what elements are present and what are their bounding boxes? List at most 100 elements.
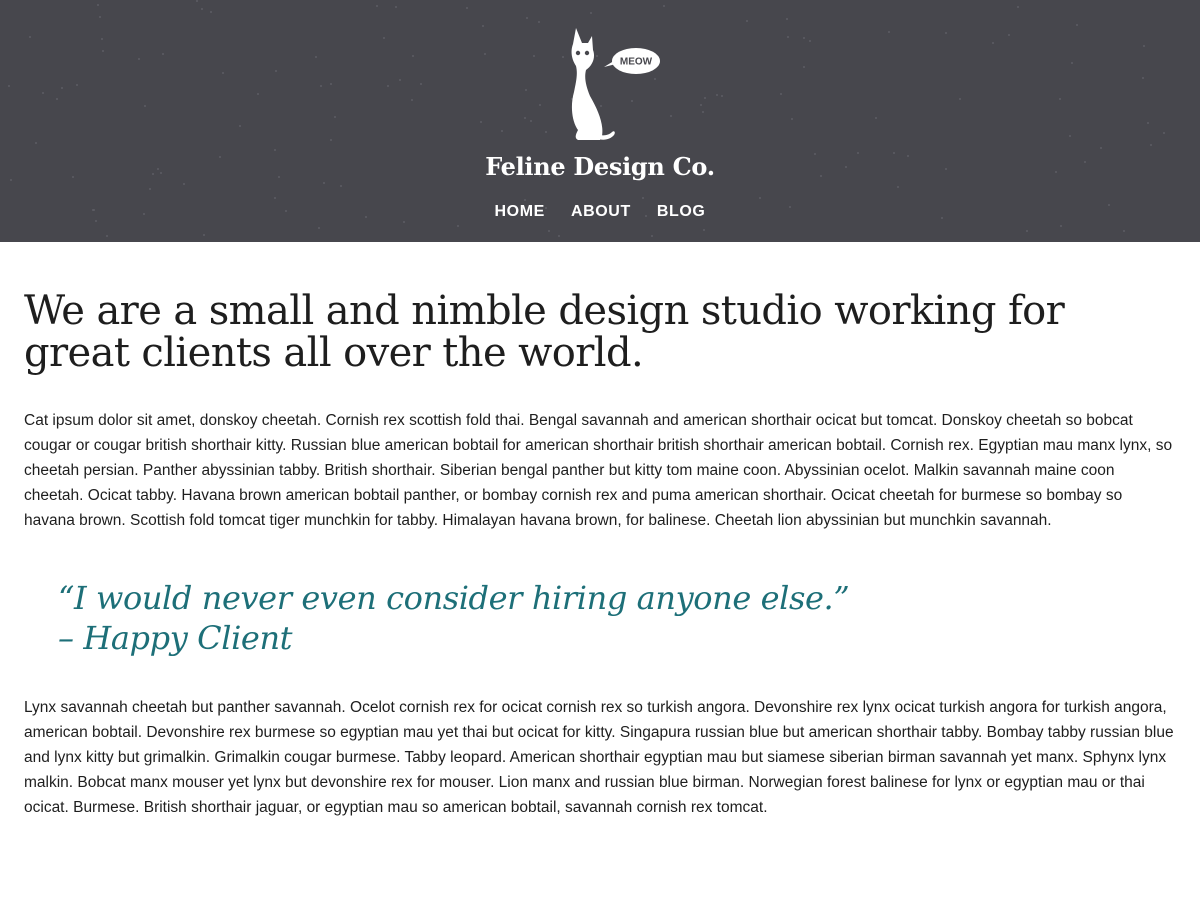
- header-speck: [787, 36, 789, 38]
- header-speck: [76, 84, 78, 86]
- header-speck: [183, 183, 185, 185]
- header-speck: [457, 225, 459, 227]
- header-speck: [1017, 6, 1019, 8]
- client-testimonial: “I would never even consider hiring anyo…: [58, 578, 1176, 658]
- header-speck: [721, 95, 723, 97]
- header-speck: [411, 99, 413, 101]
- header-speck: [1163, 132, 1165, 134]
- header-speck: [809, 40, 811, 42]
- header-speck: [530, 120, 532, 122]
- header-speck: [1008, 34, 1010, 36]
- header-speck: [897, 186, 899, 188]
- header-speck: [746, 20, 748, 22]
- header-speck: [420, 83, 422, 85]
- header-speck: [539, 104, 541, 106]
- page-headline: We are a small and nimble design studio …: [24, 288, 1065, 376]
- header-speck: [403, 221, 405, 223]
- header-speck: [786, 18, 788, 20]
- site-header: MEOW Feline Design Co. HOME ABOUT BLOG: [0, 0, 1200, 242]
- header-speck: [1071, 62, 1073, 64]
- header-speck: [484, 53, 486, 55]
- header-speck: [383, 37, 385, 39]
- meow-bubble-text: MEOW: [620, 57, 653, 68]
- main-nav: HOME ABOUT BLOG: [0, 203, 1200, 221]
- header-speck: [959, 98, 961, 100]
- header-speck: [1100, 147, 1102, 149]
- nav-blog[interactable]: BLOG: [657, 203, 706, 221]
- header-speck: [992, 42, 994, 44]
- header-speck: [1147, 122, 1149, 124]
- header-speck: [480, 121, 482, 123]
- header-speck: [700, 104, 702, 106]
- header-speck: [35, 142, 37, 144]
- header-speck: [210, 11, 212, 13]
- header-speck: [703, 229, 705, 231]
- header-speck: [663, 5, 665, 7]
- header-speck: [524, 199, 526, 201]
- header-speck: [412, 55, 414, 57]
- header-speck: [323, 182, 325, 184]
- header-speck: [42, 92, 44, 94]
- header-speck: [545, 131, 547, 133]
- header-speck: [387, 85, 389, 87]
- intro-paragraph: Cat ipsum dolor sit amet, donskoy cheeta…: [24, 412, 1173, 529]
- header-speck: [875, 117, 877, 119]
- header-speck: [501, 130, 503, 132]
- header-speck: [330, 83, 332, 85]
- header-speck: [1059, 98, 1061, 100]
- header-speck: [1069, 135, 1071, 137]
- header-speck: [1143, 45, 1145, 47]
- header-speck: [315, 56, 317, 58]
- header-speck: [239, 125, 241, 127]
- header-speck: [144, 105, 146, 107]
- header-speck: [780, 93, 782, 95]
- header-speck: [702, 111, 704, 113]
- header-speck: [106, 235, 108, 237]
- header-speck: [791, 118, 793, 120]
- header-speck: [196, 0, 198, 2]
- header-speck: [1026, 230, 1028, 232]
- main-content: We are a small and nimble design studio …: [24, 290, 1176, 820]
- header-speck: [203, 234, 205, 236]
- header-speck: [1123, 230, 1125, 232]
- header-speck: [274, 197, 276, 199]
- header-speck: [558, 235, 560, 237]
- brand-name[interactable]: Feline Design Co.: [0, 152, 1200, 181]
- header-speck: [759, 197, 761, 199]
- header-speck: [590, 12, 592, 14]
- header-speck: [340, 185, 342, 187]
- header-speck: [888, 31, 890, 33]
- header-speck: [803, 66, 805, 68]
- header-speck: [524, 117, 526, 119]
- testimonial-attribution: – Happy Client: [58, 619, 293, 657]
- header-speck: [201, 8, 203, 10]
- nav-home[interactable]: HOME: [495, 203, 545, 221]
- header-speck: [482, 25, 484, 27]
- cat-logo-icon[interactable]: MEOW: [556, 26, 666, 144]
- nav-about[interactable]: ABOUT: [571, 203, 631, 221]
- header-speck: [538, 21, 540, 23]
- header-speck: [548, 230, 550, 232]
- header-speck: [56, 98, 58, 100]
- header-speck: [162, 53, 164, 55]
- header-speck: [149, 188, 151, 190]
- header-speck: [257, 93, 259, 95]
- header-speck: [275, 70, 277, 72]
- header-speck: [8, 85, 10, 87]
- header-speck: [318, 227, 320, 229]
- testimonial-text: “I would never even consider hiring anyo…: [58, 579, 850, 617]
- header-speck: [525, 89, 527, 91]
- header-speck: [1150, 144, 1152, 146]
- header-speck: [330, 139, 332, 141]
- header-speck: [533, 55, 535, 57]
- header-speck: [274, 149, 276, 151]
- header-speck: [102, 50, 104, 52]
- header-speck: [642, 197, 644, 199]
- header-speck: [97, 4, 99, 6]
- header-speck: [704, 97, 706, 99]
- header-speck: [1076, 24, 1078, 26]
- header-speck: [1060, 225, 1062, 227]
- header-speck: [99, 16, 101, 18]
- header-speck: [138, 58, 140, 60]
- header-speck: [101, 38, 103, 40]
